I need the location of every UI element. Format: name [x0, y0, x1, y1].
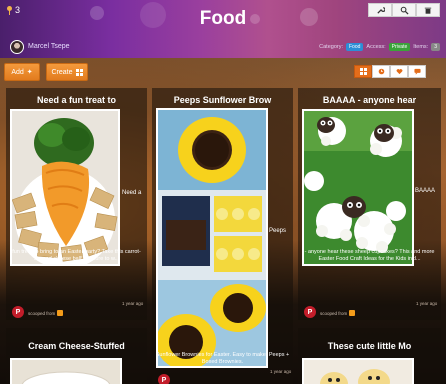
recent-view-button[interactable] — [372, 65, 390, 78]
access-tag: Private — [388, 43, 411, 51]
pinterest-icon[interactable] — [12, 306, 24, 318]
liked-view-button[interactable] — [390, 65, 408, 78]
wrench-icon[interactable] — [368, 3, 392, 17]
card-title[interactable]: Cream Cheese-Stuffed — [6, 341, 147, 351]
card-image-carrot-cheese-ball[interactable] — [10, 109, 120, 266]
comment-icon — [413, 68, 421, 75]
category-label: Category: — [319, 44, 343, 50]
card-description: - anyone hear these sheep cupcakes? This… — [304, 249, 435, 262]
card-title[interactable]: These cute little Mo — [298, 341, 441, 351]
pinterest-icon[interactable] — [158, 374, 170, 384]
pin-card[interactable]: These cute little Mo — [298, 328, 441, 384]
card-timestamp: 1 year ago — [122, 301, 144, 306]
card-side-text: BAAAA — [415, 188, 436, 194]
scooped-from[interactable]: scooped from — [320, 310, 356, 316]
card-description: fun treat to bring to an Easter party? T… — [12, 249, 141, 262]
add-button[interactable]: Add ✦ — [4, 63, 40, 81]
trash-icon[interactable] — [416, 3, 440, 17]
rss-icon — [349, 310, 356, 316]
scooped-label: scooped from — [320, 310, 348, 316]
scooped-from[interactable]: scooped from — [28, 310, 64, 316]
pin-card[interactable]: Peeps Sunflower Brow Peeps Sunflower Bro… — [152, 88, 293, 384]
pin-icon: ✦ — [26, 69, 33, 76]
heart-icon — [396, 69, 402, 75]
comments-view-button[interactable] — [408, 65, 426, 78]
add-label: Add — [11, 68, 24, 76]
pin-card[interactable]: Cream Cheese-Stuffed — [6, 328, 147, 384]
board-tools — [368, 3, 440, 17]
items-label: Items: — [413, 44, 429, 50]
board-header: 3 Food Marcel Tsepe Category: Food Acces… — [0, 0, 446, 58]
rss-icon — [57, 310, 64, 316]
board-meta: Category: Food Access: Private Items: 3 — [319, 43, 440, 51]
access-label: Access: — [366, 44, 386, 50]
pin-card[interactable]: BAAAA - anyone hear BAAAA - anyone hear … — [298, 88, 441, 320]
avatar[interactable] — [10, 40, 24, 54]
grid-icon — [75, 68, 83, 76]
clock-icon — [378, 68, 384, 75]
items-count: 3 — [431, 43, 440, 51]
card-image-cute-little-mo[interactable] — [302, 358, 414, 384]
scooped-label: scooped from — [28, 310, 56, 316]
view-toggle-group — [354, 65, 426, 78]
category-tag[interactable]: Food — [346, 43, 364, 51]
card-timestamp: 1 year ago — [416, 301, 438, 306]
grid-view-button[interactable] — [354, 65, 372, 78]
grid-icon — [359, 68, 367, 75]
pinterest-icon[interactable] — [304, 306, 316, 318]
card-title[interactable]: BAAAA - anyone hear — [298, 95, 441, 105]
card-side-text: Peeps — [269, 228, 287, 234]
author-name[interactable]: Marcel Tsepe — [28, 43, 70, 50]
pin-card[interactable]: Need a fun treat to Need a fun treat to … — [6, 88, 147, 320]
card-title[interactable]: Peeps Sunflower Brow — [152, 95, 293, 105]
card-description: Sunflower Brownies for Easter. Easy to m… — [155, 352, 290, 365]
create-label: Create — [51, 68, 73, 76]
card-image-cream-cheese-stuffed[interactable] — [10, 358, 122, 384]
card-title[interactable]: Need a fun treat to — [6, 95, 147, 105]
create-button[interactable]: Create — [46, 63, 88, 81]
card-image-peeps-sunflower-brownies[interactable] — [156, 108, 268, 368]
card-timestamp: 1 year ago — [270, 369, 292, 374]
magnify-icon[interactable] — [392, 3, 416, 17]
card-image-sheep-cupcakes[interactable] — [302, 109, 414, 266]
card-side-text: Need a — [122, 190, 142, 196]
